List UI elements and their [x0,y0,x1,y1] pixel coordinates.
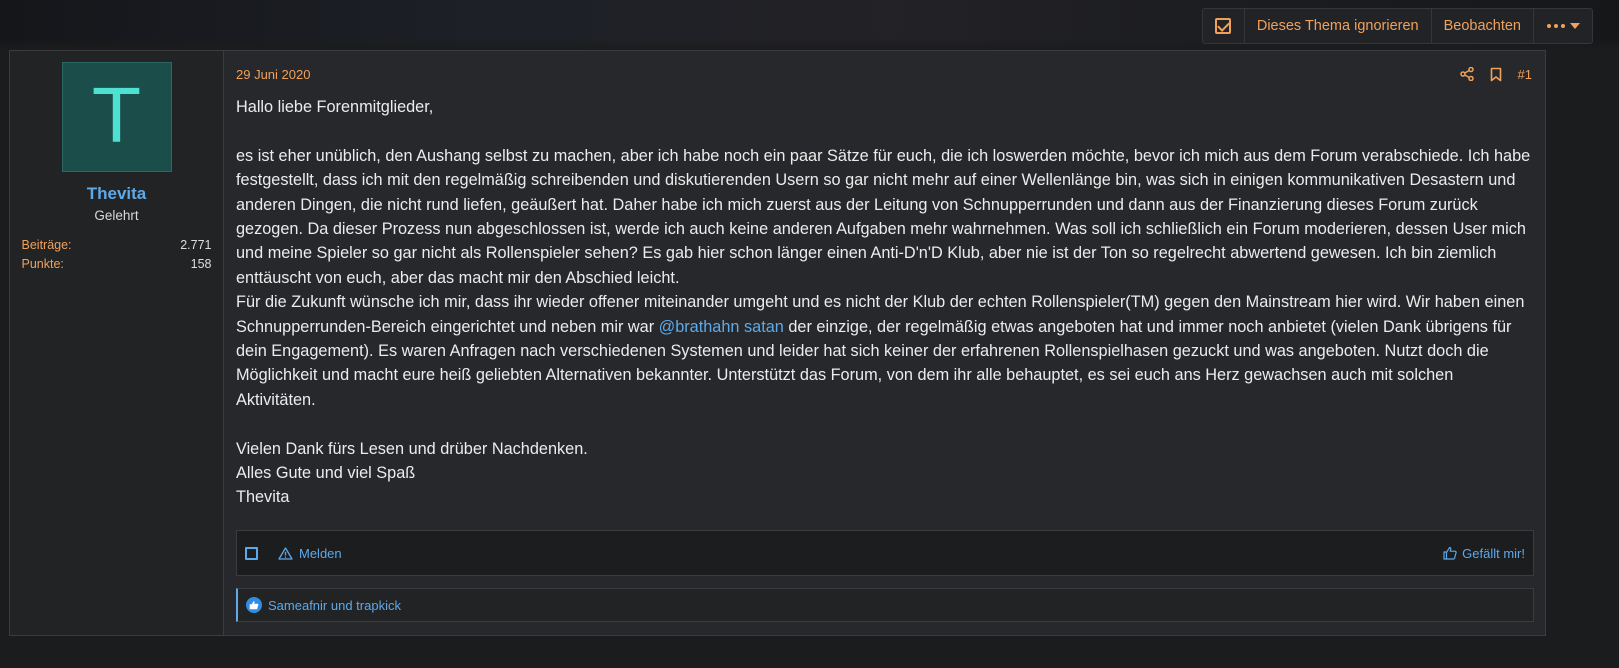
thumbs-up-icon [1443,546,1457,560]
post-body: Hallo liebe Forenmitglieder, es ist eher… [236,95,1532,510]
post-closing: Vielen Dank fürs Lesen und drüber Nachde… [236,439,588,458]
user-title: Gelehrt [94,208,139,223]
chevron-down-icon [1569,23,1580,29]
forum-post: T Thevita Gelehrt Beiträge: 2.771 Punkte… [9,50,1546,636]
post-date-link[interactable]: 29 Juni 2020 [236,67,310,82]
ignore-thread-button[interactable]: Dieses Thema ignorieren [1245,9,1432,43]
report-button[interactable]: Melden [278,546,342,561]
post-header: 29 Juni 2020 #1 [236,51,1533,95]
avatar[interactable]: T [61,62,172,172]
post-footer: Melden Gefällt mir! [236,530,1534,576]
select-thread-checkbox[interactable] [1203,9,1245,43]
ellipsis-icon [1546,24,1565,28]
stat-row-points: Punkte: 158 [22,255,212,274]
post-greeting: Hallo liebe Forenmitglieder, [236,98,434,116]
post-number-link[interactable]: #1 [1518,67,1532,82]
post-tools: #1 [1459,67,1533,82]
footer-left: Melden [245,546,342,561]
stat-row-posts: Beiträge: 2.771 [22,236,212,255]
reactions-bar: Sameafnir und trapkick [236,588,1534,622]
stat-label: Punkte: [21,257,64,271]
post-closing: Alles Gute und viel Spaß [236,464,416,483]
stat-label: Beiträge: [21,238,72,252]
post-signature: Thevita [236,488,290,507]
user-stats: Beiträge: 2.771 Punkte: 158 [22,236,212,274]
like-button[interactable]: Gefällt mir! [1443,546,1525,561]
thread-action-bar: Dieses Thema ignorieren Beobachten [1201,8,1593,44]
more-options-button[interactable] [1534,9,1592,43]
stat-value: 2.771 [180,238,212,252]
like-reaction-icon [246,597,262,613]
user-pane: T Thevita Gelehrt Beiträge: 2.771 Punkte… [10,51,224,635]
select-post-checkbox[interactable] [245,546,258,560]
report-label: Melden [299,545,342,561]
share-icon[interactable] [1459,67,1474,81]
like-label: Gefällt mir! [1462,545,1525,561]
username-link[interactable]: Thevita [87,184,147,204]
checkbox-checked-icon [1215,18,1232,34]
post-main: 29 Juni 2020 #1 Hallo liebe Forenmitglie… [224,51,1545,635]
user-mention-link[interactable]: @brathahn satan [659,318,784,336]
warning-icon [278,546,293,560]
reactions-users-link[interactable]: Sameafnir und trapkick [268,598,401,613]
stat-value: 158 [190,257,212,271]
bookmark-icon[interactable] [1490,67,1502,82]
watch-thread-button[interactable]: Beobachten [1432,9,1534,43]
post-paragraph: Für die Zukunft wünsche ich mir, dass ih… [236,290,1532,412]
post-paragraph: es ist eher unüblich, den Aushang selbst… [236,146,1531,287]
